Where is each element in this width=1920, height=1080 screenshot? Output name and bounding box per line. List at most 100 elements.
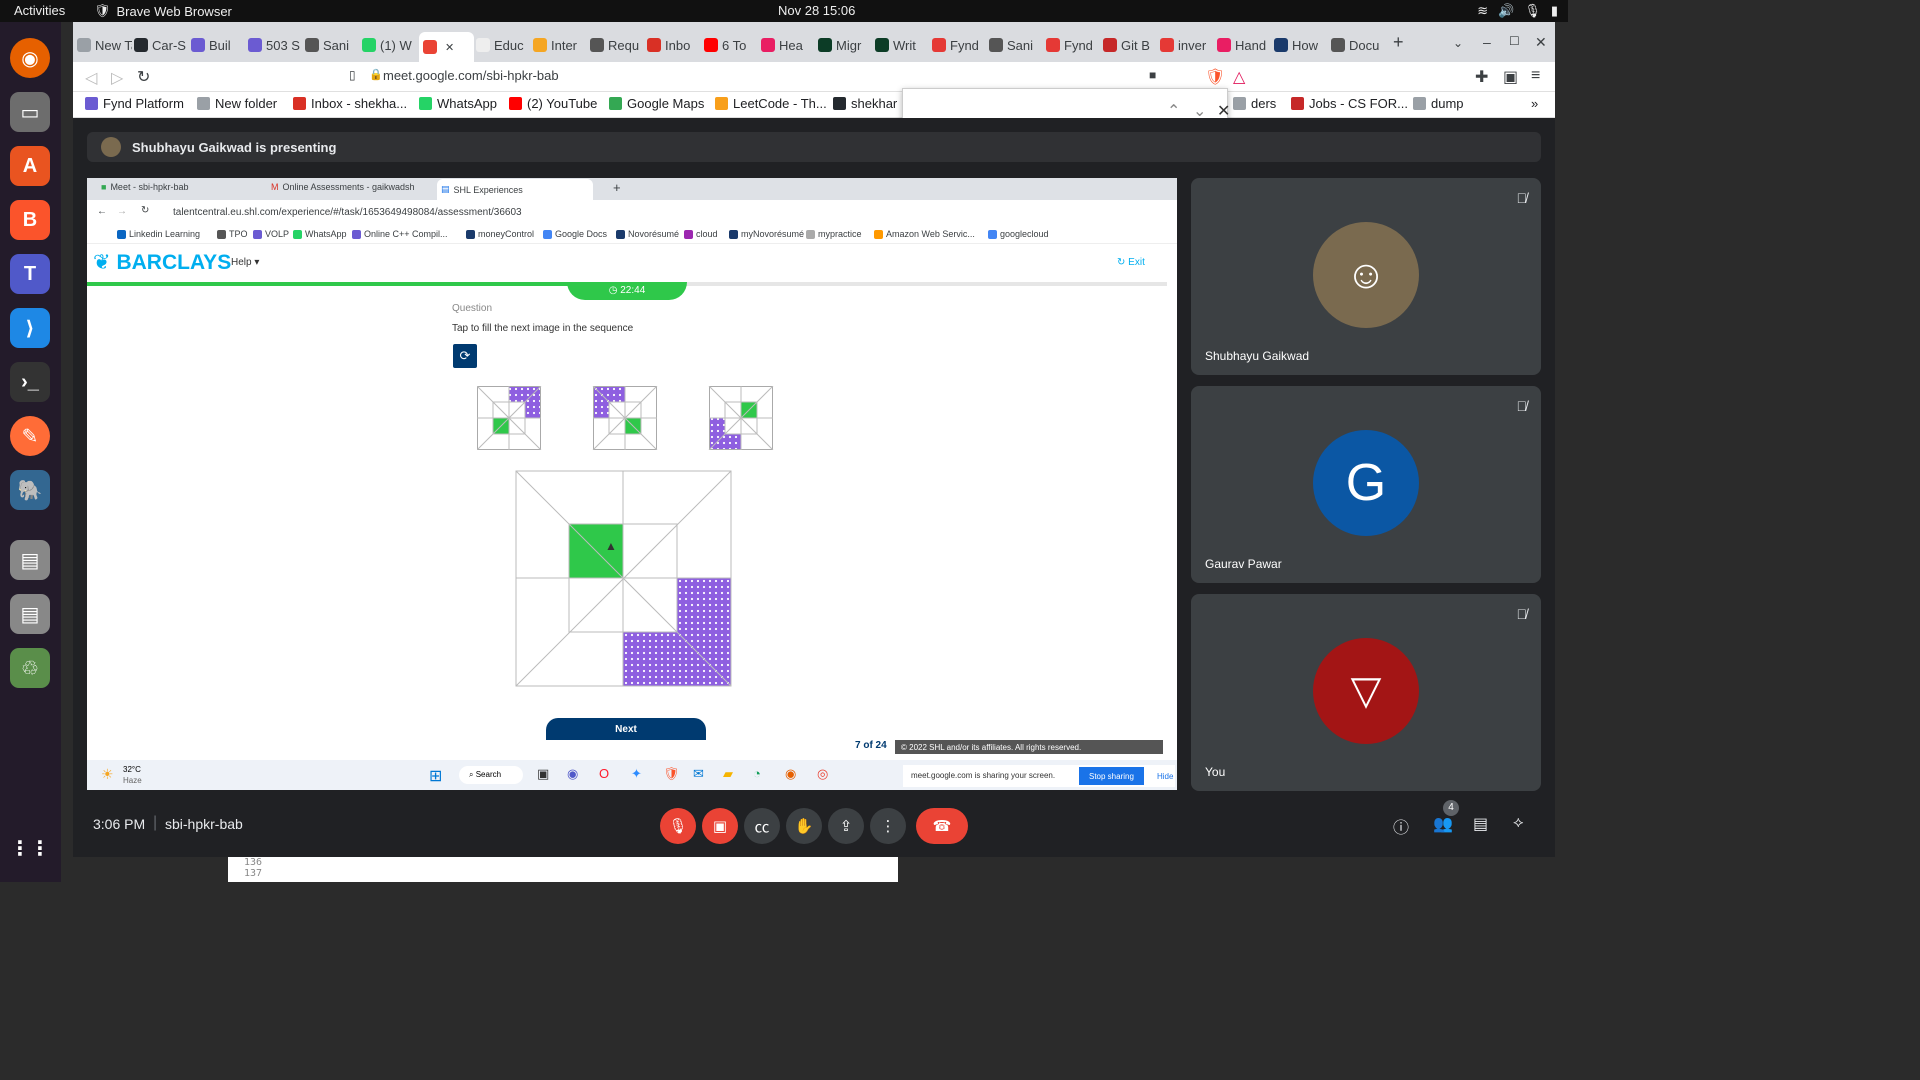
browser-tab[interactable]: Hea	[761, 32, 816, 58]
hide-button[interactable]: Hide	[1157, 772, 1173, 781]
info-icon[interactable]: ⓘ	[1393, 814, 1409, 838]
vscode-icon[interactable]: ⟩	[10, 308, 50, 348]
windows-start-icon[interactable]: ⊞	[429, 766, 442, 786]
browser-tab[interactable]: Inter	[533, 32, 588, 58]
tab-close-icon[interactable]: ✕	[445, 41, 454, 54]
browser-tab[interactable]: Buil	[191, 32, 246, 58]
drive-icon[interactable]: ▤	[10, 540, 50, 580]
browser-tab[interactable]: Fynd	[932, 32, 987, 58]
browser-tab[interactable]: How	[1274, 32, 1329, 58]
camera-toggle-button[interactable]: ▣	[702, 808, 738, 844]
software-center-icon[interactable]: A	[10, 146, 50, 186]
minimize-button[interactable]: –	[1483, 34, 1491, 50]
extensions-icon[interactable]: ✚	[1475, 67, 1488, 87]
shared-bookmark[interactable]: Google Docs	[543, 229, 607, 239]
more-options-button[interactable]: ⋮	[870, 808, 906, 844]
participant-tile[interactable]: 🎙̸ ☺ Shubhayu Gaikwad	[1191, 178, 1541, 375]
browser-tab[interactable]: Migr	[818, 32, 873, 58]
bookmark-item[interactable]: shekhar	[833, 96, 897, 111]
postman-icon[interactable]: ✎	[10, 416, 50, 456]
exit-button[interactable]: ↻ Exit	[1117, 257, 1145, 268]
drive-icon[interactable]: ▤	[10, 594, 50, 634]
browser-tab[interactable]: 6 To	[704, 32, 759, 58]
bookmarks-overflow-icon[interactable]: »	[1531, 96, 1538, 111]
shared-bookmark[interactable]: Online C++ Compil...	[352, 229, 448, 239]
shared-bookmark[interactable]: Novorésumé	[616, 229, 679, 239]
help-menu[interactable]: Help ▾	[231, 257, 259, 268]
new-tab-button[interactable]: +	[1393, 32, 1404, 53]
people-icon[interactable]: 👥	[1433, 814, 1453, 834]
chat-icon[interactable]: ◉	[567, 766, 578, 782]
mic-toggle-button[interactable]: 🎙	[660, 808, 696, 844]
bookmark-item[interactable]: dump	[1413, 96, 1464, 111]
camera-icon[interactable]: ■	[1149, 68, 1156, 82]
app-icon[interactable]: ✦	[631, 766, 642, 782]
reload-icon[interactable]: ↻	[137, 67, 150, 87]
taskbar-search[interactable]: ⌕ Search	[459, 766, 523, 784]
postgres-icon[interactable]: 🐘	[10, 470, 50, 510]
bookmark-item[interactable]: ders	[1233, 96, 1276, 111]
taskview-icon[interactable]: ▣	[537, 766, 549, 782]
browser-tab[interactable]: Docu	[1331, 32, 1386, 58]
browser-tab[interactable]: Educ	[476, 32, 531, 58]
forward-icon[interactable]: ▷	[111, 68, 123, 88]
brave-shields-icon[interactable]: 🛡	[1205, 67, 1225, 87]
shared-bookmark[interactable]: TPO	[217, 229, 248, 239]
leave-call-button[interactable]: ☎	[916, 808, 968, 844]
forward-icon[interactable]: →	[117, 206, 127, 217]
browser-tab[interactable]: (1) W	[362, 32, 417, 58]
browser-tab[interactable]: inver	[1160, 32, 1215, 58]
browser-tab[interactable]: Sani	[305, 32, 360, 58]
bookmark-item[interactable]: WhatsApp	[419, 96, 497, 111]
opera-icon[interactable]: O	[599, 766, 609, 781]
bookmark-icon[interactable]: ▯	[349, 68, 356, 82]
shared-tab[interactable]: ■ Meet - sbi-hpkr-bab	[101, 182, 251, 192]
bookmark-item[interactable]: Jobs - CS FOR...	[1291, 96, 1408, 111]
browser-tab[interactable]: Inbo	[647, 32, 702, 58]
back-icon[interactable]: ◁	[85, 68, 97, 88]
shared-bookmark[interactable]: WhatsApp	[293, 229, 347, 239]
folder-icon[interactable]: ▰	[723, 766, 733, 782]
show-apps-icon[interactable]: ⋮⋮	[10, 828, 50, 868]
browser-tab[interactable]: Writ	[875, 32, 930, 58]
participant-tile[interactable]: 🎙̸ ▽ You	[1191, 594, 1541, 791]
browser-tab[interactable]: Car-S	[134, 32, 189, 58]
trash-icon[interactable]: ♲	[10, 648, 50, 688]
participant-tile[interactable]: 🎙̸ G Gaurav Pawar	[1191, 386, 1541, 583]
close-window-button[interactable]: ✕	[1535, 34, 1547, 51]
answer-grid[interactable]: ▲	[515, 470, 735, 690]
stop-sharing-button[interactable]: Stop sharing	[1079, 767, 1144, 785]
activities-icon[interactable]: ⟡	[1513, 814, 1524, 832]
address-bar[interactable]: meet.google.com/sbi-hpkr-bab	[383, 68, 559, 83]
reset-button[interactable]: ⟳	[453, 344, 477, 368]
mail-icon[interactable]: ✉	[693, 766, 704, 782]
shared-bookmark[interactable]: myNovorésumé	[729, 229, 804, 239]
brave-rewards-icon[interactable]: △	[1233, 67, 1245, 87]
system-clock[interactable]: Nov 28 15:06	[778, 3, 855, 18]
tab-search-icon[interactable]: ⌄	[1453, 36, 1463, 50]
browser-tab[interactable]: Git B	[1103, 32, 1158, 58]
system-tray[interactable]: ≋ 🔊 🎙 ▮	[1477, 3, 1558, 19]
shared-new-tab[interactable]: +	[613, 180, 621, 195]
shared-tab[interactable]: M Online Assessments - gaikwadsh	[271, 182, 421, 192]
firefox-icon[interactable]: ◉	[785, 766, 796, 782]
firefox-icon[interactable]: ◉	[10, 38, 50, 78]
shared-bookmark[interactable]: Linkedin Learning	[117, 229, 200, 239]
maximize-button[interactable]: ☐	[1509, 34, 1520, 48]
bookmark-item[interactable]: LeetCode - Th...	[715, 96, 827, 111]
browser-tab[interactable]: ✕	[419, 32, 474, 62]
bookmark-item[interactable]: Fynd Platform	[85, 96, 184, 111]
active-app-label[interactable]: 🛡 Brave Web Browser	[94, 3, 232, 19]
back-icon[interactable]: ←	[97, 206, 107, 217]
shared-bookmark[interactable]: moneyControl	[466, 229, 534, 239]
shared-bookmark[interactable]: Amazon Web Servic...	[874, 229, 975, 239]
brave-browser-icon[interactable]: B	[10, 200, 50, 240]
browser-tab[interactable]: Sani	[989, 32, 1044, 58]
shared-bookmark[interactable]: cloud	[684, 229, 718, 239]
bookmark-item[interactable]: Inbox - shekha...	[293, 96, 407, 111]
shared-bookmark[interactable]: googlecloud	[988, 229, 1049, 239]
shared-tab[interactable]: ▤ SHL Experiences	[437, 179, 593, 200]
bookmark-item[interactable]: New folder	[197, 96, 277, 111]
browser-tab[interactable]: 503 S	[248, 32, 303, 58]
shared-bookmark[interactable]: mypractice	[806, 229, 862, 239]
